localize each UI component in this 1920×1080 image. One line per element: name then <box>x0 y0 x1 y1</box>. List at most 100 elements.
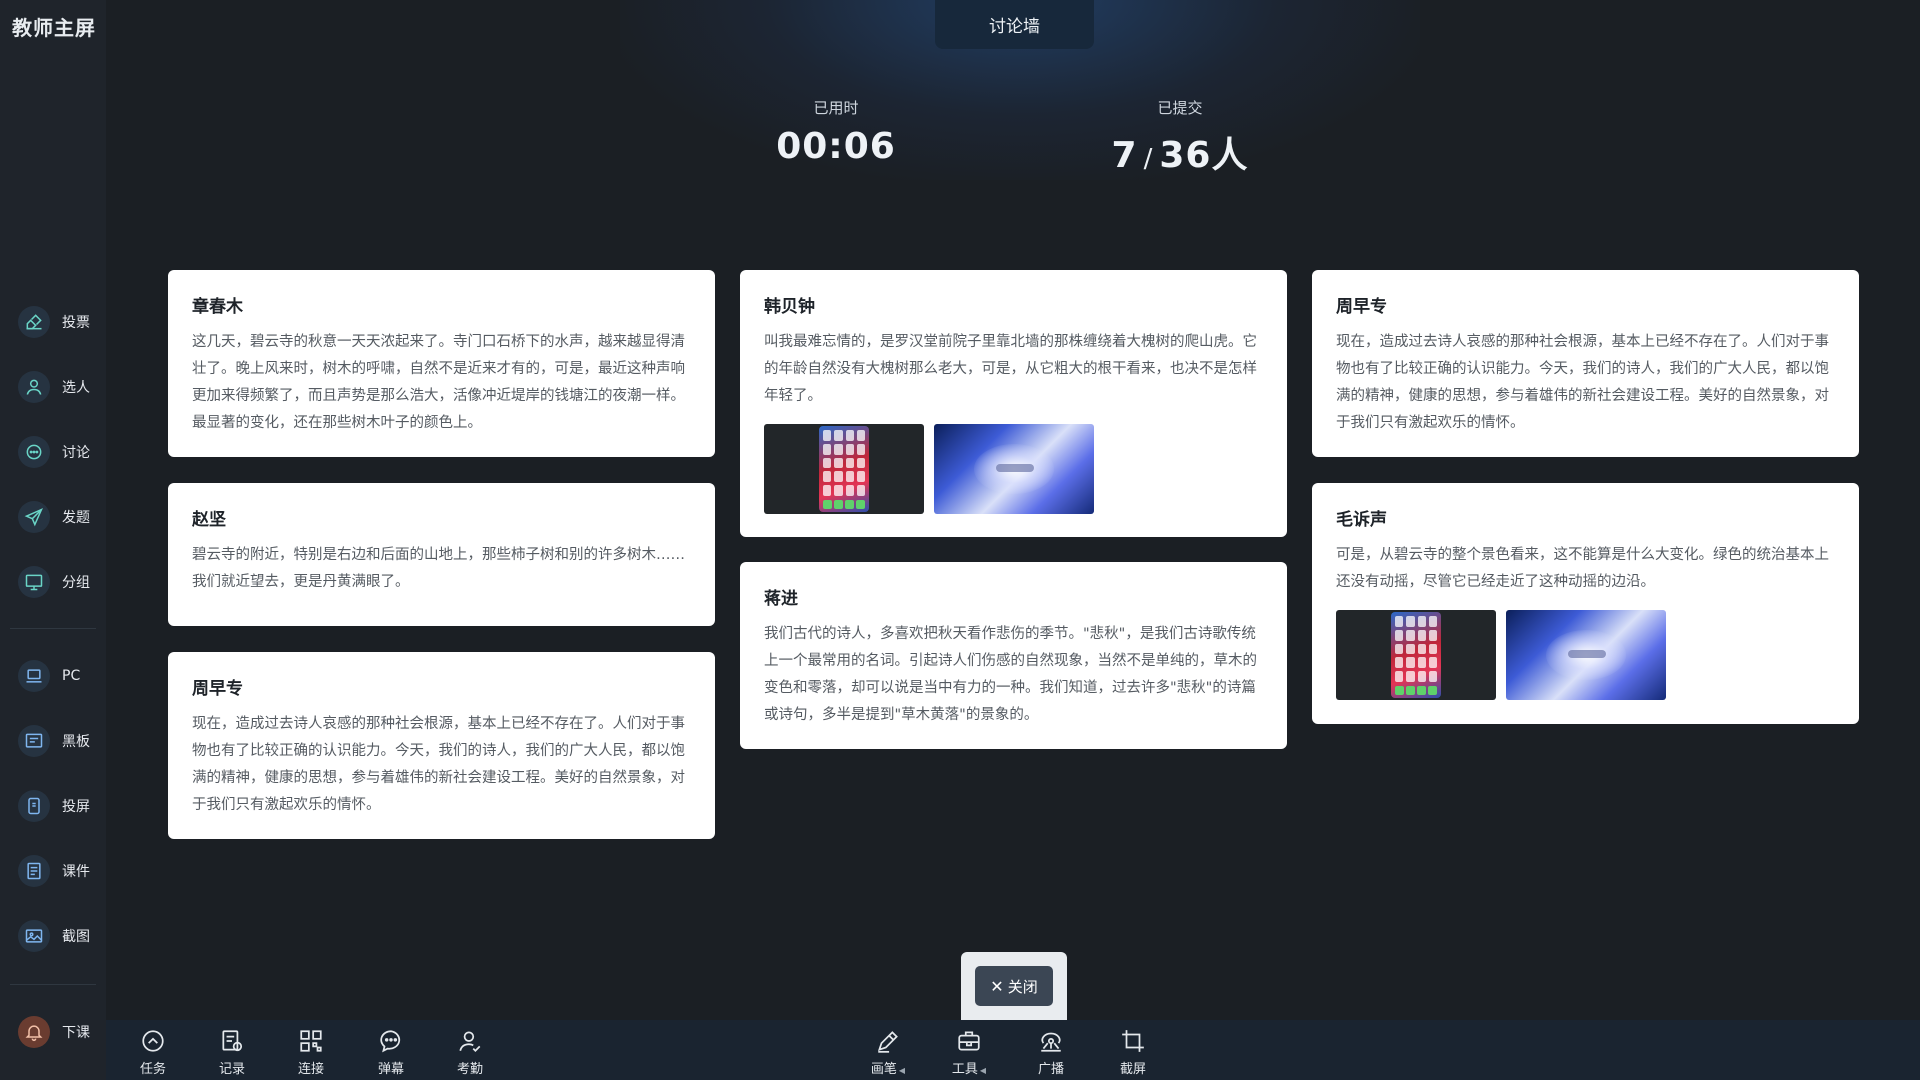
discussion-card[interactable]: 韩贝钟 叫我最难忘情的，是罗汉堂前院子里靠北墙的那株缠绕着大槐树的爬山虎。它的年… <box>740 270 1287 537</box>
card-author: 毛诉声 <box>1336 510 1387 530</box>
phone-screenshot-thumbnail[interactable] <box>1336 610 1496 700</box>
submenu-caret-icon: ◀ <box>898 1066 906 1075</box>
card-content: 叫我最难忘情的，是罗汉堂前院子里靠北墙的那株缠绕着大槐树的爬山虎。它的年龄自然没… <box>764 334 1257 404</box>
image-icon <box>18 920 50 952</box>
sidebar-item-label: 讨论 <box>62 445 90 461</box>
toolbar-broadcast-button[interactable]: 广播 <box>1021 1028 1081 1077</box>
brand-title: 教师主屏 <box>12 16 96 40</box>
phone-screenshot-thumbnail[interactable] <box>764 424 924 514</box>
chat-icon <box>18 436 50 468</box>
sidebar-item-label: 投屏 <box>62 799 90 815</box>
attendance-icon <box>459 1031 481 1052</box>
elapsed-value: 00:06 <box>776 126 896 167</box>
record-icon <box>222 1030 243 1052</box>
sidebar-item-label: 选人 <box>62 380 90 396</box>
discussion-card[interactable]: 章春木 这几天，碧云寺的秋意一天天浓起来了。寺门口石桥下的水声，越来越显得清壮了… <box>168 270 715 457</box>
person-icon <box>18 371 50 403</box>
tool-label: 任务 <box>139 1062 166 1077</box>
submenu-caret-icon: ◀ <box>979 1066 987 1075</box>
monitor-icon <box>18 566 50 598</box>
sidebar-item-pc[interactable]: PC <box>18 656 100 696</box>
sidebar: 教师主屏 投票 选人 讨论 发题 分组 PC 黑板 投屏 课件 截图 下课 <box>0 0 106 1080</box>
card-author: 周早专 <box>1336 297 1387 317</box>
toolbar-tools-button[interactable]: 工具 ◀ <box>939 1028 999 1077</box>
card-author: 蒋进 <box>764 589 798 609</box>
card-author: 章春木 <box>192 297 243 317</box>
tool-label: 截屏 <box>1119 1062 1146 1077</box>
sidebar-item-label: PC <box>62 668 81 684</box>
sidebar-item-discussion[interactable]: 讨论 <box>18 432 100 472</box>
sidebar-item-vote[interactable]: 投票 <box>18 302 100 342</box>
tool-label: 弹幕 <box>377 1062 404 1077</box>
card-content: 这几天，碧云寺的秋意一天天浓起来了。寺门口石桥下的水声，越来越显得清壮了。晚上风… <box>192 334 685 431</box>
close-panel: ✕ 关闭 <box>961 952 1067 1020</box>
card-author: 周早专 <box>192 679 243 699</box>
phone-image <box>1391 612 1441 698</box>
sidebar-item-send-question[interactable]: 发题 <box>18 497 100 537</box>
logo-mark <box>1568 650 1606 658</box>
qrcode-icon <box>300 1030 322 1052</box>
toolbar-record-button[interactable]: 记录 <box>202 1028 262 1077</box>
task-icon <box>142 1030 164 1052</box>
cast-icon <box>18 790 50 822</box>
sidebar-divider <box>10 628 96 629</box>
send-icon <box>18 501 50 533</box>
bottom-toolbar: 任务 记录 连接 弹幕 考勤 画笔 ◀ 工具 ◀ 广播 截屏 <box>106 1020 1920 1080</box>
discussion-card[interactable]: 蒋进 我们古代的诗人，多喜欢把秋天看作悲伤的季节。"悲秋"，是我们古诗歌传统上一… <box>740 562 1287 749</box>
sidebar-item-label: 投票 <box>62 315 90 331</box>
submitted-separator: / <box>1143 144 1154 174</box>
sidebar-item-group[interactable]: 分组 <box>18 562 100 602</box>
vote-icon <box>18 306 50 338</box>
sidebar-item-screenshot[interactable]: 截图 <box>18 916 100 956</box>
sidebar-item-label: 截图 <box>62 929 90 945</box>
toolbar-task-button[interactable]: 任务 <box>123 1028 183 1077</box>
tool-label-text: 画笔 <box>870 1062 897 1077</box>
card-content: 现在，造成过去诗人哀感的那种社会根源，基本上已经不存在了。人们对于事物也有了比较… <box>192 716 685 813</box>
toolbar-danmaku-button[interactable]: 弹幕 <box>361 1028 421 1077</box>
discussion-card[interactable]: 周早专 现在，造成过去诗人哀感的那种社会根源，基本上已经不存在了。人们对于事物也… <box>168 652 715 839</box>
toolbar-connect-button[interactable]: 连接 <box>281 1028 341 1077</box>
card-content: 现在，造成过去诗人哀感的那种社会根源，基本上已经不存在了。人们对于事物也有了比较… <box>1336 334 1829 431</box>
sidebar-item-cast[interactable]: 投屏 <box>18 786 100 826</box>
danmaku-icon <box>380 1030 401 1053</box>
tool-label: 连接 <box>297 1062 324 1077</box>
sidebar-item-label: 发题 <box>62 510 90 526</box>
end-class-button[interactable]: 下课 <box>18 1012 100 1052</box>
crop-icon <box>1122 1030 1144 1052</box>
submitted-value: 7/36人 <box>1100 126 1260 178</box>
close-button[interactable]: ✕ 关闭 <box>975 966 1053 1006</box>
toolbar-attendance-button[interactable]: 考勤 <box>440 1028 500 1077</box>
pen-icon <box>877 1031 898 1053</box>
page-title: 讨论墙 <box>935 0 1094 49</box>
wallpaper-thumbnail[interactable] <box>934 424 1094 514</box>
toolbar-screenshot-button[interactable]: 截屏 <box>1103 1028 1163 1077</box>
sidebar-divider <box>10 984 96 985</box>
toolbox-icon <box>958 1031 980 1051</box>
discussion-card[interactable]: 赵坚 碧云寺的附近，特别是右边和后面的山地上，那些柿子树和别的许多树木……我们就… <box>168 483 715 626</box>
card-attachments <box>1336 610 1835 700</box>
sidebar-item-label: 黑板 <box>62 734 90 750</box>
sidebar-item-courseware[interactable]: 课件 <box>18 851 100 891</box>
submitted-count: 7 <box>1111 135 1138 176</box>
bell-icon <box>18 1016 50 1048</box>
submitted-stat: 已提交 7/36人 <box>1100 97 1260 178</box>
card-attachments <box>764 424 1263 514</box>
toolbar-pen-button[interactable]: 画笔 ◀ <box>858 1028 918 1077</box>
tool-label-text: 工具 <box>951 1062 978 1077</box>
card-content: 碧云寺的附近，特别是右边和后面的山地上，那些柿子树和别的许多树木……我们就近望去… <box>192 547 685 590</box>
close-icon: ✕ <box>990 976 1004 996</box>
card-content: 我们古代的诗人，多喜欢把秋天看作悲伤的季节。"悲秋"，是我们古诗歌传统上一个最常… <box>764 626 1257 723</box>
submitted-total: 36人 <box>1159 135 1249 176</box>
phone-image <box>819 426 869 512</box>
sidebar-item-pick-student[interactable]: 选人 <box>18 367 100 407</box>
tool-label: 广播 <box>1037 1062 1064 1077</box>
tool-label: 画笔 ◀ <box>858 1058 918 1077</box>
card-content: 可是，从碧云寺的整个景色看来，这不能算是什么大变化。绿色的统治基本上还没有动摇，… <box>1336 547 1829 590</box>
discussion-card[interactable]: 毛诉声 可是，从碧云寺的整个景色看来，这不能算是什么大变化。绿色的统治基本上还没… <box>1312 483 1859 724</box>
tool-label: 考勤 <box>456 1062 483 1077</box>
discussion-card[interactable]: 周早专 现在，造成过去诗人哀感的那种社会根源，基本上已经不存在了。人们对于事物也… <box>1312 270 1859 457</box>
card-author: 赵坚 <box>192 510 226 530</box>
wallpaper-thumbnail[interactable] <box>1506 610 1666 700</box>
sidebar-item-blackboard[interactable]: 黑板 <box>18 721 100 761</box>
elapsed-time-stat: 已用时 00:06 <box>776 97 896 167</box>
